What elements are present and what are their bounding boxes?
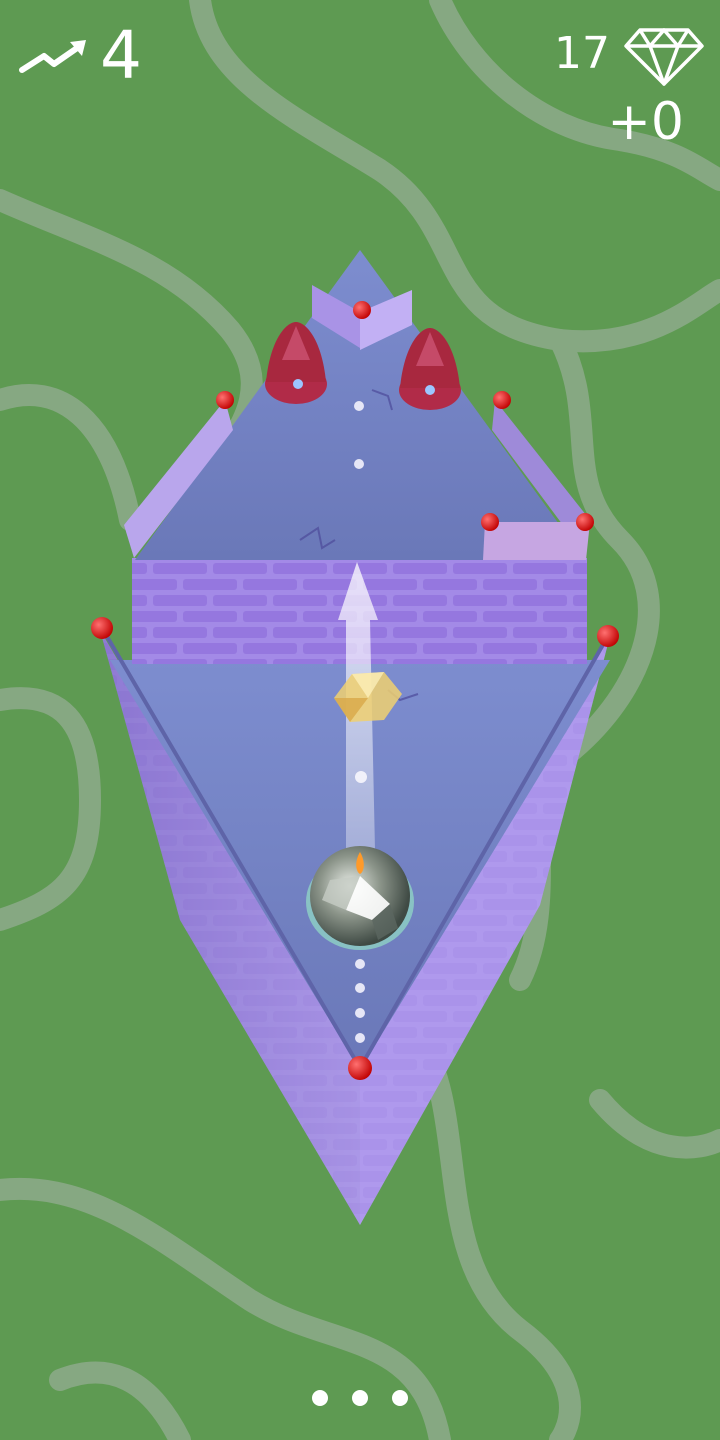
trend-arrow-icon	[19, 40, 86, 73]
level-indicator: 4	[18, 20, 142, 92]
level-number: 4	[100, 17, 142, 94]
page-dot	[352, 1390, 368, 1406]
gem-delta: +0	[607, 92, 684, 152]
page-dot	[312, 1390, 328, 1406]
game-scene[interactable]	[0, 0, 720, 1440]
page-dot	[392, 1390, 408, 1406]
diamond-icon	[624, 28, 704, 86]
gem-count: 17	[554, 28, 610, 79]
right-ledge-block	[483, 522, 590, 560]
page-indicator	[0, 1390, 720, 1406]
